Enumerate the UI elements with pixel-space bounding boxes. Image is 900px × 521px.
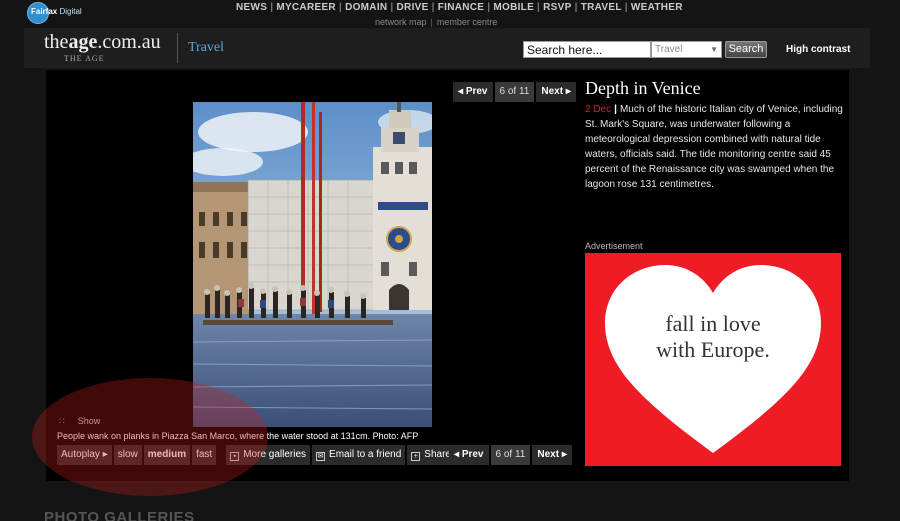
gallery-title: Depth in Venice <box>585 78 701 98</box>
nav-link-drive[interactable]: DRIVE <box>397 2 429 13</box>
nav-link-rsvp[interactable]: RSVP <box>543 2 571 13</box>
header-divider <box>177 33 178 63</box>
network-map-link[interactable]: network map <box>375 17 427 27</box>
section-title[interactable]: Travel <box>188 40 224 56</box>
search-input[interactable]: Search here... <box>523 41 651 58</box>
fairfax-logo-text: Fairfax Digital <box>31 7 82 16</box>
gallery-icon: ▪ <box>230 452 240 461</box>
speed-fast-button[interactable]: fast <box>192 445 217 465</box>
nav-link-mycareer[interactable]: MYCAREER <box>276 2 336 13</box>
gallery-pager-bottom: ◂ Prev 6 of 11 Next ▸ <box>449 445 572 465</box>
nav-link-domain[interactable]: DOMAIN <box>345 2 387 13</box>
next-arrow-icon: ▸ <box>565 86 571 97</box>
date-separator: | <box>614 104 617 115</box>
site-header: theage.com.au THE AGE Travel Search here… <box>24 28 870 68</box>
gallery-panel: ◂ Prev 6 of 11 Next ▸ ∷ Show People wank… <box>46 70 849 481</box>
gallery-photo[interactable] <box>193 102 432 427</box>
nav-link-weather[interactable]: WEATHER <box>631 2 683 13</box>
advertisement-banner[interactable]: fall in love with Europe. <box>585 253 841 466</box>
prev-arrow-icon: ◂ <box>454 449 460 460</box>
prev-arrow-icon: ◂ <box>458 86 464 97</box>
photo-counter-bottom: 6 of 11 <box>490 445 531 465</box>
prev-button[interactable]: ◂ Prev <box>453 82 493 102</box>
email-icon: ✉ <box>316 452 326 461</box>
prev-button-bottom[interactable]: ◂ Prev <box>449 445 489 465</box>
grid-icon: ∷ <box>59 416 65 426</box>
network-subnav: network map | member centre <box>375 17 498 27</box>
photo-counter: 6 of 11 <box>494 82 535 102</box>
autoplay-button[interactable]: Autoplay ▸ <box>57 445 112 465</box>
photo-caption: People wank on planks in Piazza San Marc… <box>57 431 419 441</box>
advertisement-text: fall in love with Europe. <box>656 311 770 362</box>
high-contrast-link[interactable]: High contrast <box>786 44 850 55</box>
network-bar: Fairfax Digital NEWS | MYCAREER | DOMAIN | DRI… <box>0 0 900 28</box>
controls-spacer <box>218 445 224 465</box>
show-thumbnails-toggle[interactable]: ∷ Show <box>59 416 100 427</box>
plus-icon: + <box>411 452 421 461</box>
gallery-pager-top: ◂ Prev 6 of 11 Next ▸ <box>453 82 576 102</box>
next-button-bottom[interactable]: Next ▸ <box>532 445 572 465</box>
search-button[interactable]: Search <box>725 41 767 58</box>
play-icon: ▸ <box>102 449 108 460</box>
next-button[interactable]: Next ▸ <box>536 82 576 102</box>
gallery-description-text: Much of the historic Italian city of Ven… <box>585 104 843 190</box>
speed-slow-button[interactable]: slow <box>113 445 142 465</box>
email-friend-button[interactable]: ✉ Email to a friend <box>312 445 406 465</box>
advertisement-label: Advertisement <box>585 241 643 251</box>
chevron-down-icon: ▼ <box>710 45 718 54</box>
gallery-description: 2 Dec | Much of the historic Italian city … <box>585 102 843 192</box>
network-nav: NEWS | MYCAREER | DOMAIN | DRIVE | FINANCE | MOBIL… <box>236 2 683 13</box>
next-arrow-icon: ▸ <box>561 449 567 460</box>
gallery-controls: Autoplay ▸ slow medium fast ▪ More galler… <box>57 445 455 465</box>
more-galleries-button[interactable]: ▪ More galleries <box>226 445 311 465</box>
nav-link-news[interactable]: NEWS <box>236 2 267 13</box>
share-button[interactable]: + Share <box>407 445 455 465</box>
nav-link-finance[interactable]: FINANCE <box>438 2 485 13</box>
site-logo-subtitle: THE AGE <box>64 54 105 63</box>
gallery-date: 2 Dec <box>585 104 612 115</box>
photo-galleries-heading: PHOTO GALLERIES <box>44 509 195 521</box>
nav-link-travel[interactable]: TRAVEL <box>581 2 622 13</box>
speed-medium-button[interactable]: medium <box>143 445 191 465</box>
site-logo[interactable]: theage.com.au <box>44 31 161 54</box>
search-scope-select[interactable]: Travel ▼ <box>651 41 722 58</box>
member-centre-link[interactable]: member centre <box>437 17 498 27</box>
nav-link-mobile[interactable]: MOBILE <box>493 2 534 13</box>
